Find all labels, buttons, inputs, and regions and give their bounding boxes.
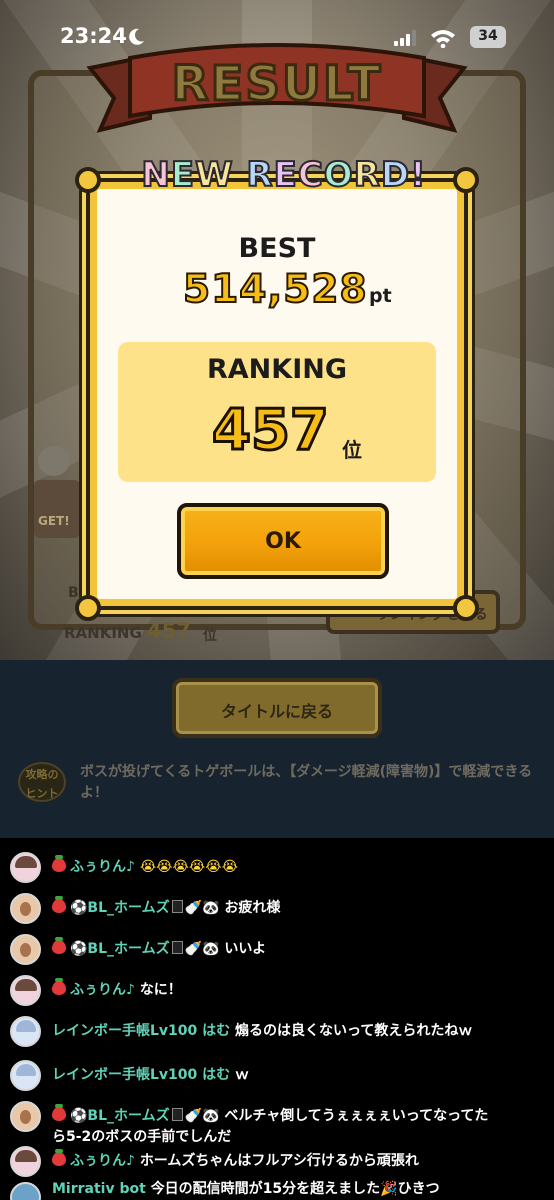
dialog-corner-ornament [453, 595, 479, 621]
hat-icon [171, 1108, 183, 1121]
avatar[interactable] [10, 893, 41, 924]
best-score: 514,528 [182, 266, 368, 313]
new-record-title-letter: R [353, 154, 381, 196]
ranking-panel: RANKING 457 位 [118, 342, 436, 482]
new-record-title: NEW RECORD! [97, 154, 471, 196]
new-record-title-letter: R [245, 154, 274, 196]
get-badge: GET! [34, 480, 80, 538]
chat-text: ホームズちゃんはフルアシ行けるから頑張れ [139, 1153, 419, 1169]
hint-text: ボスが投げてくるトゲボールは、【ダメージ軽減(障害物)】で軽減できるよ！ [80, 764, 533, 801]
strawberry-icon [52, 937, 66, 954]
get-badge-label: GET! [38, 514, 70, 528]
status-time: 23:24 [60, 24, 127, 48]
new-record-title-letter: W [194, 154, 234, 196]
chat-text: なに！ [139, 982, 182, 998]
chat-username[interactable]: ⚽BL_ホームズ [70, 941, 170, 957]
new-record-title-letter: O [323, 154, 354, 196]
strawberry-icon [52, 978, 66, 995]
chat-username[interactable]: ⚽BL_ホームズ [70, 1108, 170, 1124]
chat-text: いいよ [224, 941, 267, 957]
behind-ranking-unit: 位 [203, 628, 217, 644]
best-score-unit: pt [369, 285, 392, 307]
live-chat[interactable]: ふぅりん♪ 😭😭😭😭😭😭 ⚽BL_ホームズ 🍼🐼 お疲れ様 ⚽BL_ホームズ 🍼🐼 … [0, 838, 554, 1200]
game-screen: RESULT GET! BEST RANKING 457 位 ランキングを見る … [0, 0, 554, 660]
medal-icon [38, 446, 70, 476]
chat-message-bot: Mirrativ bot 今日の配信時間が15分を超えました🎉ひきつ [10, 1178, 550, 1198]
bot-text: 今日の配信時間が15分を超えました🎉ひきつ [150, 1181, 440, 1197]
new-record-title-letter: E [170, 154, 196, 196]
chat-text: ｗ [235, 1067, 250, 1083]
avatar[interactable] [10, 1060, 41, 1091]
avatar[interactable] [10, 852, 41, 883]
game-footer: タイトルに戻る 攻略の ヒント ボスが投げてくるトゲボールは、【ダメージ軽減(障… [0, 660, 554, 838]
ranking-value: 457 [211, 397, 331, 465]
battery-icon: 34 [470, 26, 506, 48]
ranking-unit: 位 [342, 438, 362, 462]
ranking-label: RANKING [206, 354, 347, 385]
strawberry-icon [52, 1104, 66, 1121]
chat-username[interactable]: ⚽BL_ホームズ [70, 900, 170, 916]
new-record-title-letter: E [273, 154, 298, 196]
chat-username[interactable]: ふぅりん♪ [70, 859, 135, 875]
behind-ranking-value: 457 [147, 619, 191, 643]
ok-button[interactable]: OK [177, 503, 389, 579]
ok-button-label: OK [265, 529, 301, 554]
chat-username[interactable]: ふぅりん♪ [70, 1153, 135, 1169]
back-to-title-button[interactable]: タイトルに戻る [172, 678, 382, 738]
hat-icon [171, 941, 183, 954]
new-record-dialog: NEW RECORD! BEST 514,528 pt RANKING 457 … [75, 154, 479, 621]
status-bar: 23:24 34 [0, 0, 554, 76]
strawberry-icon [52, 1149, 66, 1166]
battery-level: 34 [478, 28, 498, 44]
new-record-title-letter [234, 155, 247, 195]
new-record-title-letter: ! [409, 154, 427, 196]
hint-badge-line2: ヒント [25, 787, 59, 800]
new-record-title-letter: N [140, 154, 171, 196]
avatar[interactable] [10, 1146, 41, 1177]
back-to-title-label: タイトルに戻る [220, 702, 333, 721]
new-record-title-letter: C [297, 154, 324, 196]
chat-text: 😭😭😭😭😭😭 [139, 859, 238, 875]
chat-username[interactable]: レインボー手帳Lv100 はむ [52, 1023, 230, 1039]
strawberry-icon [52, 896, 66, 913]
hint-badge-line1: 攻略の [25, 768, 59, 781]
bot-username: Mirrativ bot [52, 1181, 146, 1197]
avatar[interactable] [10, 1101, 41, 1132]
chat-username[interactable]: レインボー手帳Lv100 はむ [52, 1067, 230, 1083]
best-label: BEST [238, 233, 316, 264]
avatar[interactable] [10, 934, 41, 965]
chat-text: お疲れ様 [224, 900, 281, 916]
avatar[interactable] [10, 975, 41, 1006]
moon-icon [129, 28, 144, 45]
wifi-icon [431, 30, 455, 48]
chat-username[interactable]: ふぅりん♪ [70, 982, 135, 998]
dialog-corner-ornament [75, 595, 101, 621]
hint-badge: 攻略の ヒント [18, 762, 66, 802]
signal-icon [394, 30, 416, 46]
hat-icon [171, 900, 183, 913]
new-record-title-letter: D [380, 154, 411, 196]
behind-ranking-label: RANKING [64, 624, 142, 642]
strawberry-icon [52, 855, 66, 872]
avatar[interactable] [10, 1016, 41, 1047]
chat-text: 煽るのは良くないって教えられたねｗ [235, 1023, 473, 1039]
